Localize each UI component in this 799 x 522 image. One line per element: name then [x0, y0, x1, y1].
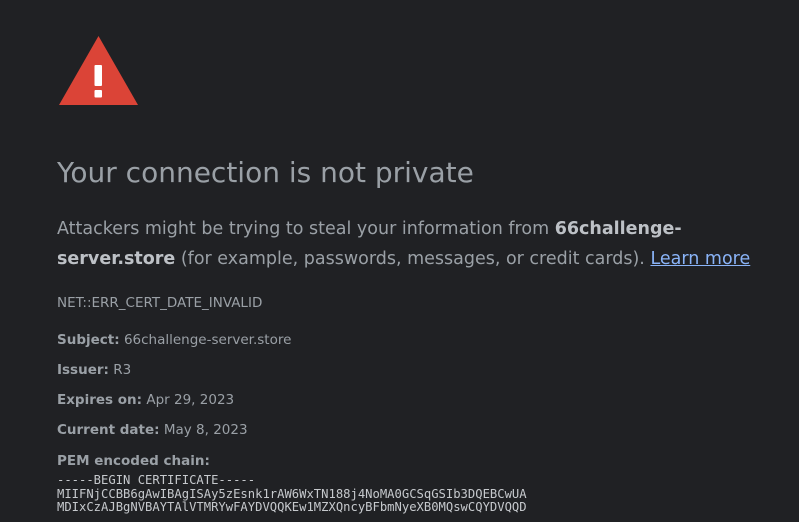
message-text-start: Attackers might be trying to steal your … — [57, 219, 555, 239]
pem-chain: -----BEGIN CERTIFICATE----- MIIFNjCCBB6g… — [57, 473, 527, 515]
page-title: Your connection is not private — [57, 156, 474, 189]
issuer-row: Issuer: R3 — [57, 362, 131, 378]
subject-row: Subject: 66challenge-server.store — [57, 332, 291, 348]
message-text-end: (for example, passwords, messages, or cr… — [175, 249, 645, 269]
warning-message: Attackers might be trying to steal your … — [57, 214, 789, 274]
expires-row: Expires on: Apr 29, 2023 — [57, 392, 234, 408]
expires-value: Apr 29, 2023 — [146, 392, 235, 408]
pem-line: -----BEGIN CERTIFICATE----- — [57, 473, 256, 487]
issuer-label: Issuer: — [57, 362, 109, 378]
learn-more-link[interactable]: Learn more — [650, 249, 750, 269]
pem-chain-label: PEM encoded chain: — [57, 453, 210, 469]
current-date-value: May 8, 2023 — [163, 422, 248, 438]
pem-line: MDIxCzAJBgNVBAYTAlVTMRYwFAYDVQQKEw1MZXQn… — [57, 500, 527, 514]
pem-chain-row: PEM encoded chain: — [57, 453, 210, 469]
warning-triangle-icon — [59, 36, 138, 105]
subject-label: Subject: — [57, 332, 120, 348]
error-code: NET::ERR_CERT_DATE_INVALID — [57, 295, 263, 311]
current-date-label: Current date: — [57, 422, 160, 438]
issuer-value: R3 — [113, 362, 132, 378]
current-date-row: Current date: May 8, 2023 — [57, 422, 248, 438]
expires-label: Expires on: — [57, 392, 143, 408]
subject-value: 66challenge-server.store — [123, 332, 292, 348]
pem-line: MIIFNjCCBB6gAwIBAgISAy5zEsnk1rAW6WxTN188… — [57, 486, 527, 501]
